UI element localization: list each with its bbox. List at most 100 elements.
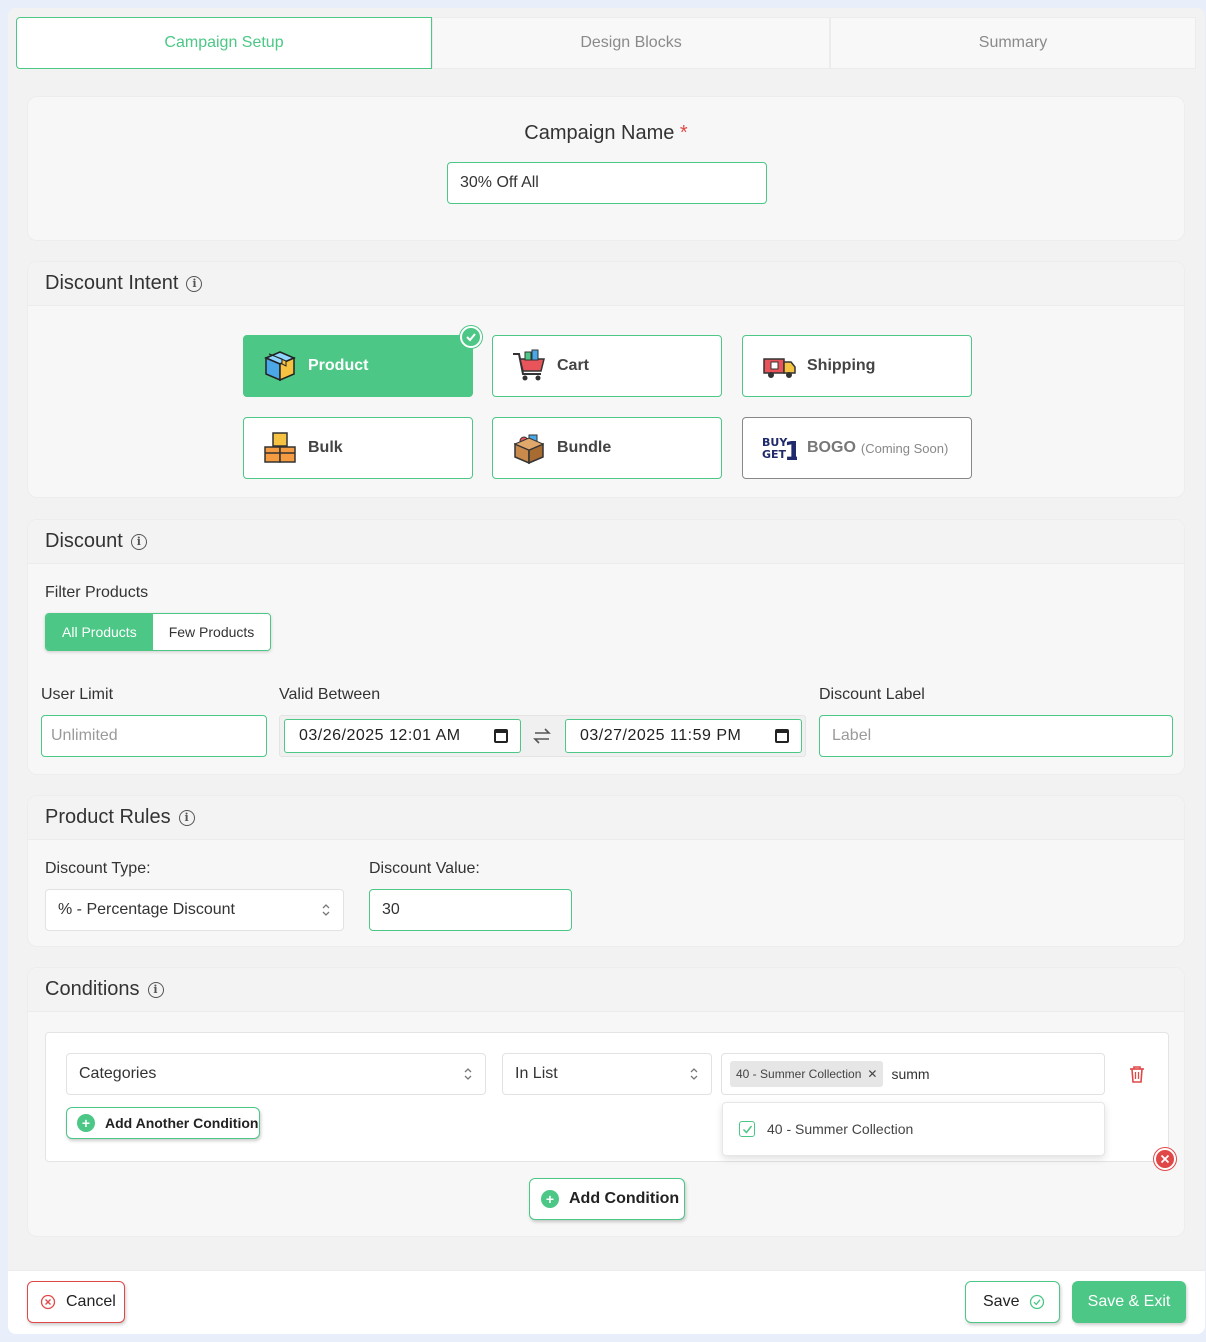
conditions-title: Conditions — [45, 978, 140, 1000]
add-condition-button[interactable]: + Add Condition — [529, 1178, 685, 1220]
condition-values-input[interactable]: 40 - Summer Collection ✕ summ — [721, 1053, 1105, 1095]
stacked-boxes-icon — [264, 432, 296, 463]
app-frame: Campaign Setup Design Blocks Summary Cam… — [8, 8, 1205, 1334]
campaign-name-label: Campaign Name * — [28, 122, 1184, 145]
footer-bar: Cancel Save Save & Exit — [8, 1270, 1205, 1334]
selected-check-icon — [460, 326, 482, 348]
step-tabs: Campaign Setup Design Blocks Summary — [16, 17, 1196, 69]
required-mark: * — [679, 122, 688, 144]
intent-product-label: Product — [308, 357, 369, 374]
cancel-circle-icon — [40, 1294, 56, 1310]
discount-intent-header: Discount Intent i — [28, 262, 1184, 306]
discount-value-label: Discount Value: — [369, 860, 480, 877]
trash-icon[interactable] — [1129, 1065, 1145, 1083]
plus-icon: + — [541, 1190, 559, 1208]
save-button[interactable]: Save — [965, 1281, 1060, 1323]
user-limit-input[interactable]: Unlimited — [41, 715, 267, 757]
check-icon — [742, 1125, 752, 1134]
intent-shipping-label: Shipping — [807, 357, 876, 374]
svg-text:1: 1 — [784, 437, 797, 466]
swap-arrows-icon — [533, 728, 551, 744]
cancel-label: Cancel — [66, 1293, 116, 1310]
calendar-icon[interactable] — [494, 729, 508, 743]
tab-campaign-setup[interactable]: Campaign Setup — [16, 17, 432, 69]
valid-between-label: Valid Between — [279, 686, 381, 703]
box-icon — [264, 351, 296, 382]
product-rules-card: Product Rules i Discount Type: % - Perce… — [27, 795, 1185, 947]
discount-card: Discount i Filter Products All Products … — [27, 519, 1185, 775]
dropdown-option-label[interactable]: 40 - Summer Collection — [767, 1121, 913, 1137]
info-icon[interactable]: i — [178, 809, 195, 826]
check-circle-icon — [1030, 1294, 1045, 1310]
save-label: Save — [983, 1293, 1020, 1310]
discount-title: Discount — [45, 530, 123, 552]
discount-header: Discount i — [28, 520, 1184, 564]
filter-products-label: Filter Products — [45, 584, 149, 601]
end-date-input[interactable]: 03/27/2025 11:59 PM — [565, 719, 802, 753]
updown-chevron-icon — [690, 1068, 698, 1080]
add-another-condition-label: Add Another Condition — [105, 1115, 259, 1131]
cancel-button[interactable]: Cancel — [27, 1281, 125, 1323]
intent-bogo-button[interactable]: BUY GET 1 BOGO (Coming Soon) — [742, 417, 972, 479]
campaign-name-input[interactable]: 30% Off All — [447, 162, 767, 204]
intent-bulk-button[interactable]: Bulk — [243, 417, 473, 479]
intent-shipping-button[interactable]: Shipping — [742, 335, 972, 397]
intent-bogo-label: BOGO — [807, 439, 856, 456]
info-icon[interactable]: i — [147, 981, 164, 998]
discount-intent-title: Discount Intent — [45, 272, 179, 294]
discount-label-input[interactable]: Label — [819, 715, 1173, 757]
intent-bundle-label: Bundle — [557, 439, 612, 456]
tab-design-blocks[interactable]: Design Blocks — [432, 17, 830, 69]
calendar-icon[interactable] — [775, 729, 789, 743]
buy-get-one-icon: BUY GET 1 — [762, 436, 797, 466]
condition-operator-select[interactable]: In List — [502, 1053, 712, 1095]
info-icon[interactable]: i — [130, 533, 147, 550]
intent-cart-label: Cart — [557, 357, 590, 374]
remove-group-icon[interactable] — [1154, 1148, 1176, 1170]
discount-type-value: % - Percentage Discount — [58, 901, 235, 918]
tag-remove-icon[interactable]: ✕ — [867, 1067, 877, 1081]
product-rules-title: Product Rules — [45, 806, 171, 828]
discount-type-label: Discount Type: — [45, 860, 151, 877]
coming-soon-note: (Coming Soon) — [860, 440, 949, 456]
tag-label: 40 - Summer Collection — [736, 1067, 862, 1081]
intent-product-button[interactable]: Product — [243, 326, 482, 397]
discount-value-input[interactable]: 30 — [369, 889, 572, 931]
svg-text:GET: GET — [762, 448, 787, 461]
campaign-name-card: Campaign Name * 30% Off All — [27, 96, 1185, 241]
tab-summary[interactable]: Summary — [830, 17, 1196, 69]
conditions-header: Conditions i — [28, 968, 1184, 1012]
condition-field-select[interactable]: Categories — [66, 1053, 486, 1095]
discount-type-select[interactable]: % - Percentage Discount — [45, 889, 344, 931]
condition-search-text[interactable]: summ — [891, 1066, 929, 1082]
save-and-exit-button[interactable]: Save & Exit — [1072, 1281, 1186, 1323]
info-icon[interactable]: i — [186, 275, 203, 292]
user-limit-label: User Limit — [41, 686, 114, 703]
condition-operator-value: In List — [515, 1065, 558, 1082]
selected-value-tag: 40 - Summer Collection ✕ — [730, 1061, 884, 1087]
cart-icon — [513, 349, 545, 381]
all-products-option[interactable]: All Products — [46, 614, 153, 650]
add-another-condition-button[interactable]: + Add Another Condition — [66, 1107, 260, 1139]
product-rules-header: Product Rules i — [28, 796, 1184, 840]
add-condition-label: Add Condition — [569, 1190, 680, 1207]
open-box-icon — [513, 434, 545, 465]
start-date-input[interactable]: 03/26/2025 12:01 AM — [284, 719, 521, 753]
updown-chevron-icon — [464, 1068, 472, 1080]
intent-bundle-button[interactable]: Bundle — [492, 417, 722, 479]
end-date-value: 03/27/2025 11:59 PM — [580, 727, 742, 744]
intent-bulk-label: Bulk — [308, 439, 343, 456]
checkbox[interactable] — [739, 1121, 755, 1137]
few-products-option[interactable]: Few Products — [152, 614, 271, 650]
discount-intent-card: Discount Intent i Product Cart Shipping … — [27, 261, 1185, 498]
discount-label-label: Discount Label — [819, 686, 925, 703]
condition-values-dropdown: 40 - Summer Collection — [722, 1102, 1105, 1156]
campaign-name-text: Campaign Name — [524, 122, 675, 144]
plus-icon: + — [77, 1114, 95, 1132]
condition-field-value: Categories — [79, 1065, 157, 1082]
updown-chevron-icon — [322, 904, 330, 916]
start-date-value: 03/26/2025 12:01 AM — [299, 727, 461, 744]
intent-cart-button[interactable]: Cart — [492, 335, 722, 397]
filter-products-toggle: All Products Few Products — [45, 613, 272, 651]
truck-icon — [763, 358, 796, 378]
